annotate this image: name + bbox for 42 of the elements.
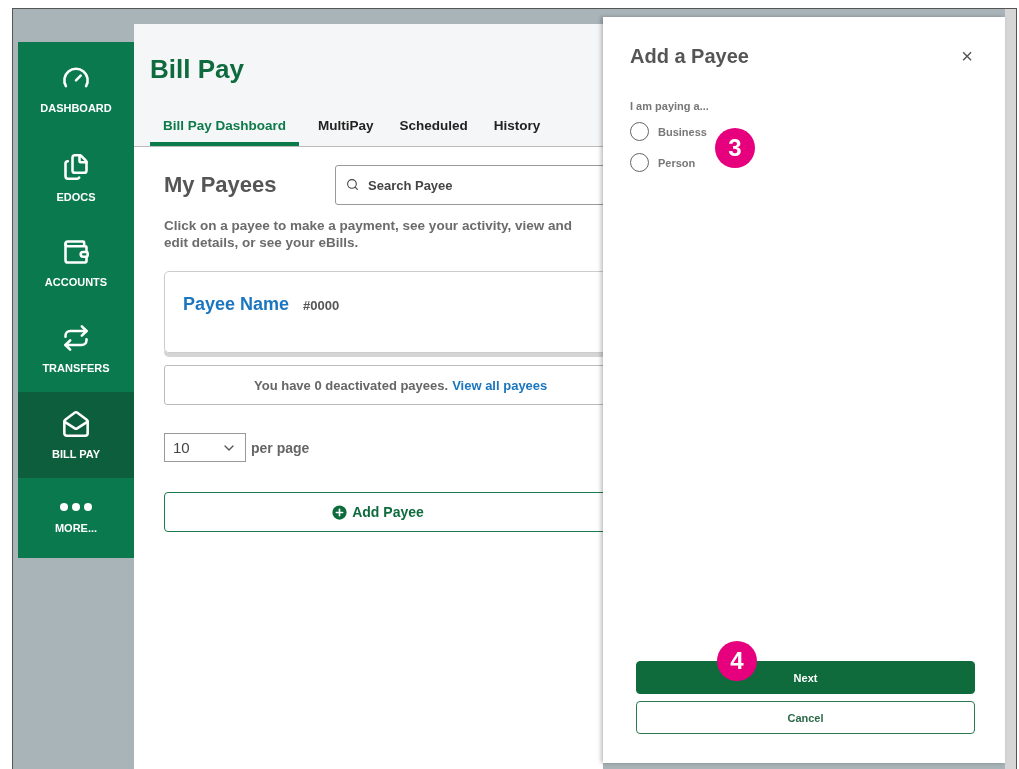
sidebar-item[interactable]: MORE... [18, 478, 134, 558]
sidebar-label: TRANSFERS [42, 361, 110, 374]
more-icon [59, 502, 93, 512]
documents-icon [62, 152, 90, 181]
plus-icon [330, 502, 350, 522]
description-text: Click on a payee to make a payment, see your activity, view and edit details, or see your eBills. [164, 217, 573, 251]
search-icon [346, 178, 359, 191]
search-field[interactable]: Search Payee [335, 165, 603, 205]
sidebar-label: ACCOUNTS [44, 275, 108, 288]
radio-option[interactable]: Person [630, 153, 696, 172]
repeat-icon [62, 323, 90, 352]
add-payee-button[interactable]: Add Payee [164, 492, 603, 532]
cancel-button[interactable]: Cancel [636, 701, 975, 734]
tab[interactable]: MultiPay [305, 118, 387, 146]
view-all-link[interactable]: View all payees [452, 377, 548, 393]
sidebar-label: MORE... [54, 522, 98, 534]
step-badge: 4 [717, 641, 757, 681]
close-button[interactable]: × [961, 45, 973, 68]
dialog-title: Add a Payee [630, 45, 749, 68]
envelope-icon [62, 410, 90, 438]
step-badge: 3 [715, 128, 755, 168]
sidebar-item[interactable]: TRANSFERS [18, 305, 134, 392]
sidebar-item[interactable]: DASHBOARD [18, 42, 134, 135]
sidebar-item[interactable]: EDOCS [18, 135, 134, 220]
sidebar-item[interactable]: BILL PAY [18, 392, 134, 478]
per-page-select[interactable]: 10 [164, 433, 246, 462]
notice-text: You have 0 deactivated payees. [254, 377, 449, 393]
tab[interactable]: History [480, 118, 554, 146]
sidebar-label: BILL PAY [51, 448, 101, 460]
sidebar-label: EDOCS [56, 190, 96, 203]
per-page-label: per page [251, 439, 310, 456]
tab[interactable]: Bill Pay Dashboard [150, 118, 300, 146]
sidebar-label: DASHBOARD [40, 101, 112, 114]
tab[interactable]: Scheduled [386, 118, 481, 146]
sidebar-item[interactable]: ACCOUNTS [18, 220, 134, 305]
wallet-icon [62, 237, 90, 266]
section-title: My Payees [164, 172, 278, 198]
payee-number: #0000 [303, 298, 340, 313]
question-label: I am paying a... [630, 100, 710, 112]
payee-name: Payee Name [183, 294, 290, 315]
page-title: Bill Pay [150, 54, 244, 85]
radio-option[interactable]: Business [630, 122, 707, 141]
